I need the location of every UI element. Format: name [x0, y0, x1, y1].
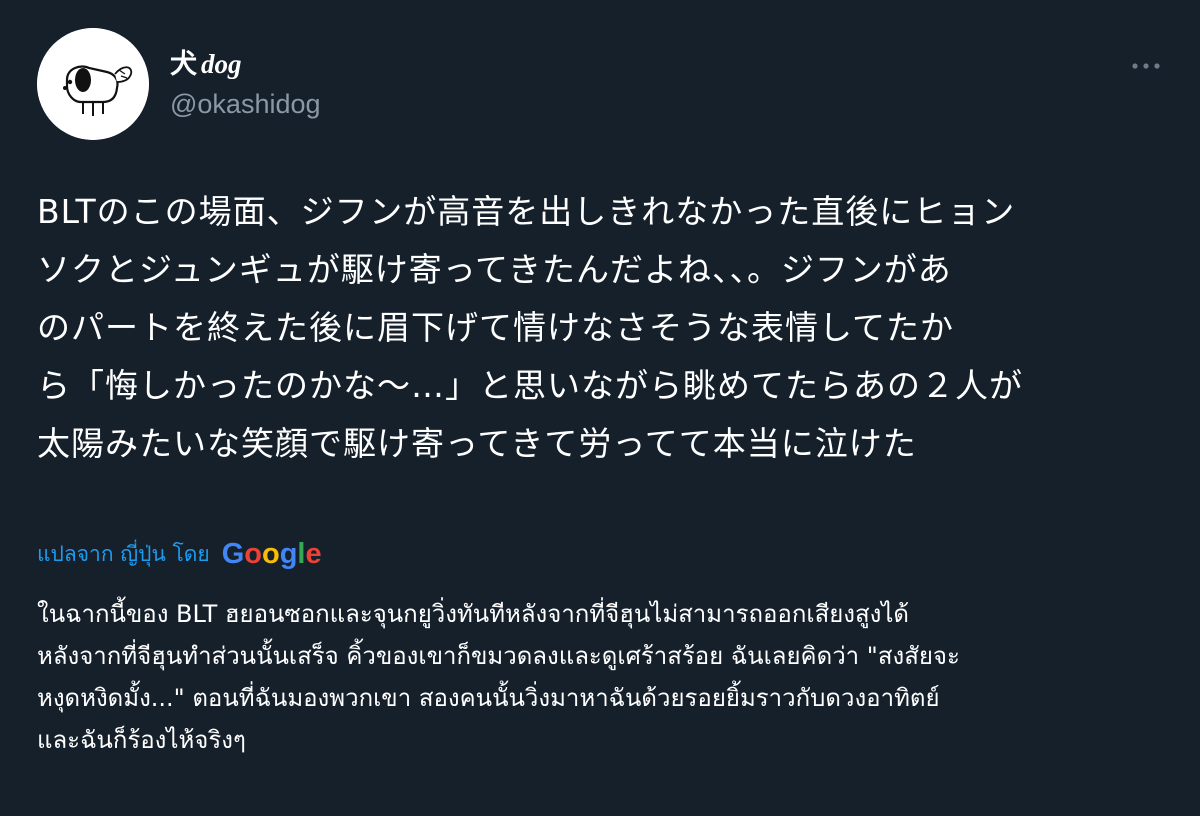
dog-drawing-icon [37, 28, 149, 140]
google-letter: e [305, 538, 322, 570]
google-letter: g [279, 538, 298, 570]
google-letter: l [297, 538, 306, 570]
tweet-card: 犬 dog @okashidog BLTのこの場面、ジフンが高音を出しきれなかった… [0, 0, 1200, 816]
author-display-name[interactable]: 犬 dog [170, 46, 242, 83]
google-letter: o [261, 538, 280, 570]
avatar[interactable] [37, 28, 149, 140]
tweet-text-line: 太陽みたいな笑顔で駆け寄ってきて労ってて本当に泣けた [37, 424, 917, 463]
tweet-text-line: のパートを終えた後に眉下げて情けなさそうな表情してたか [37, 308, 955, 347]
display-name-latin: dog [201, 49, 242, 79]
translated-text-line: และฉันก็ร้องไห้จริงๆ [37, 726, 246, 754]
tweet-text-line: ソクとジュンギュが駆け寄ってきたんだよね、、。ジフンがあ [37, 250, 952, 289]
tweet-text-line: ら「悔しかったのかな〜…」と思いながら眺めてたらあの２人が [37, 366, 1023, 405]
translated-text: ในฉากนี้ของ BLT ฮยอนซอกและจุนกยูวิ่งทันท… [37, 593, 1177, 761]
google-letter: G [221, 538, 245, 570]
google-letter: o [244, 538, 262, 570]
translated-text-line: หลังจากที่จีฮุนทำส่วนนั้นเสร็จ คิ้วของเข… [37, 642, 960, 670]
author-handle[interactable]: @okashidog [170, 86, 321, 122]
translated-by-google-link[interactable]: แปลจาก ญี่ปุ่น โดย Google [37, 536, 322, 572]
translated-text-line: ในฉากนี้ของ BLT ฮยอนซอกและจุนกยูวิ่งทันท… [37, 600, 910, 628]
more-options-button[interactable] [1128, 52, 1164, 80]
display-name-kanji: 犬 [170, 49, 197, 80]
tweet-text: BLTのこの場面、ジフンが高音を出しきれなかった直後にヒョン ソクとジュンギュが… [37, 183, 1167, 473]
google-logo: Google [222, 536, 322, 572]
more-horizontal-icon [1132, 63, 1160, 69]
translate-label: แปลจาก ญี่ปุ่น โดย [37, 541, 210, 566]
tweet-text-line: BLTのこの場面、ジフンが高音を出しきれなかった直後にヒョン [37, 192, 1016, 231]
translated-text-line: หงุดหงิดมั้ง..." ตอนที่ฉันมองพวกเขา สองค… [37, 684, 940, 712]
